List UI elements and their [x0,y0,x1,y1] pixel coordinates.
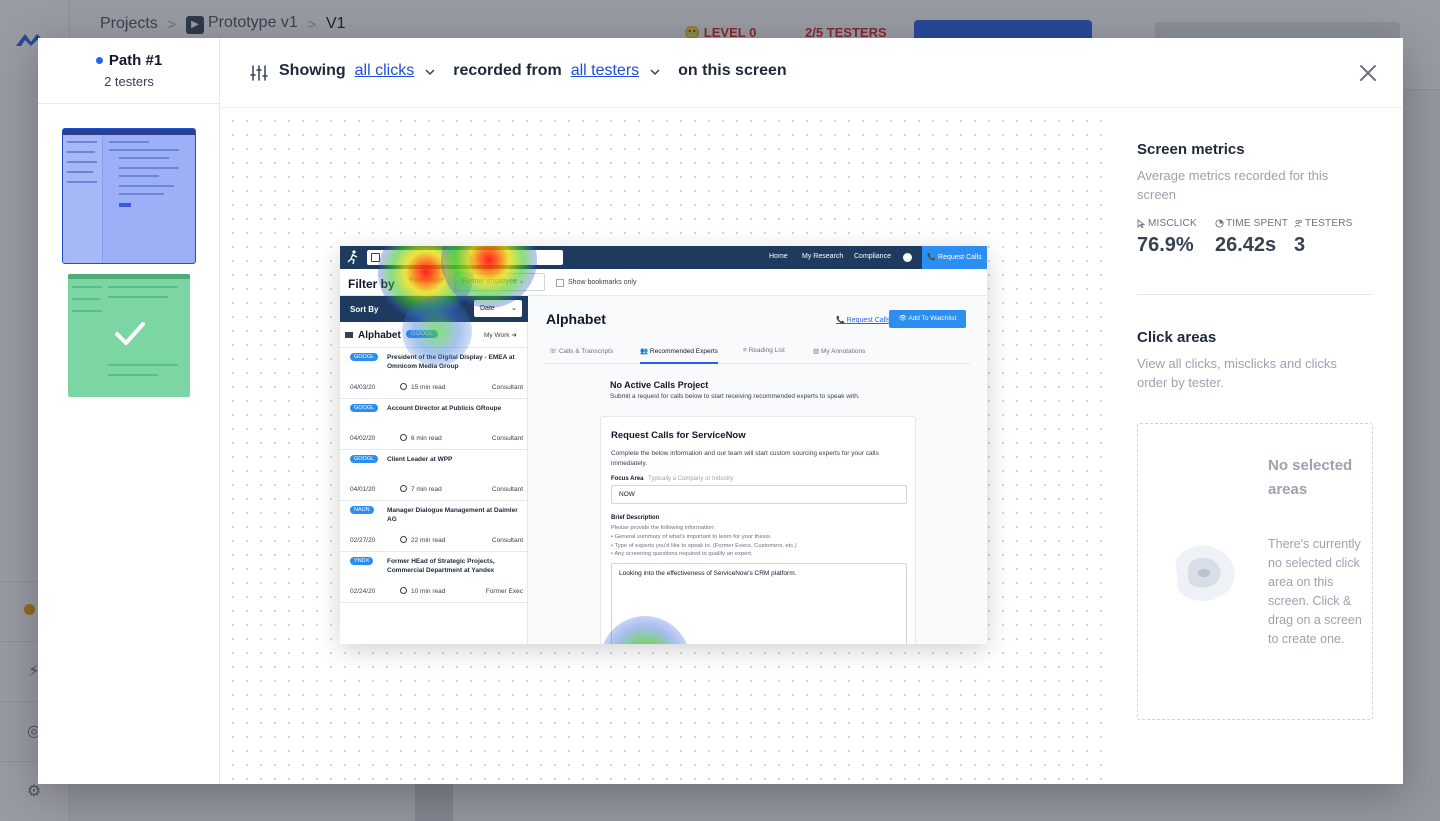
recorded-from-label: recorded from [453,62,562,79]
screen-filter-chip: Expert type [409,277,445,284]
clock-icon [400,536,407,543]
clock-icon [400,587,407,594]
clicks-filter-dropdown[interactable]: all clicks [355,62,415,80]
search-icon [371,253,380,262]
metrics-divider [1137,294,1373,295]
list-item: GOOGL Account Director at Publicis GRoup… [340,399,528,450]
screen-bookmark-checkbox [556,279,564,287]
path-color-dot [95,57,103,64]
screen-search-input [367,250,563,265]
screen-filter-select: Former employee ⌄ [455,273,545,291]
clock-icon [400,485,407,492]
list-item: YNDX Former HEad of Strategic Projects, … [340,552,528,603]
path-panel: Path #1 2 testers [38,38,220,784]
screen-filter-by: Filter by [348,277,395,291]
screen-main: Alphabet 📞 Request Calls 👁 Add To Watchl… [528,296,987,644]
screen-top-nav: Home My Research Compliance 📞 Request Ca… [340,246,987,269]
user-avatar-icon [903,253,912,262]
heatmap-modal: Path #1 2 testers Showing all clicks rec… [38,38,1403,784]
screen-company-row: Alphabet GOOGL My Work ➜ [340,322,528,348]
screen-tab-active: 👥 Recommended Experts [640,347,718,364]
path-title: Path #1 [38,52,220,69]
time-spent-stat: TIME SPENT 26.42s [1215,218,1289,256]
screen-no-calls-title: No Active Calls Project [610,380,709,390]
click-areas-title: Click areas [1137,329,1217,346]
heatmap-canvas[interactable]: Home My Research Compliance 📞 Request Ca… [220,108,1105,784]
screen-main-title: Alphabet [546,311,606,327]
screen-watchlist-button: 👁 Add To Watchlist [889,310,966,328]
filter-sliders-icon[interactable] [250,64,268,82]
screen-expert-list: Sort By Date ⌄ Alphabet GOOGL My Work ➜ … [340,296,528,644]
on-screen-label: on this screen [678,62,787,79]
screen-sort-label: Sort By [350,305,379,314]
runner-logo-icon [347,250,358,265]
my-work-link: My Work ➜ [484,332,517,339]
screen-bookmarks-label: Show bookmarks only [568,279,637,286]
chevron-down-icon[interactable] [424,66,436,78]
close-icon[interactable] [1359,64,1377,82]
clock-icon [400,434,407,441]
list-item: GOOGL Client Leader at WPP 04/01/20 7 mi… [340,450,528,501]
metrics-panel: Screen metrics Average metrics recorded … [1105,108,1403,784]
testers-filter-dropdown[interactable]: all testers [571,62,639,80]
screen-nav-research: My Research [802,253,844,260]
showing-label: Showing [279,62,346,79]
clock-icon [400,383,407,390]
checkmark-icon [115,322,145,345]
users-icon [1294,219,1303,228]
click-areas-empty-state[interactable]: No selected areas There's currently no s… [1137,423,1373,720]
screen-request-calls-link: 📞 Request Calls [836,317,891,324]
screen-thumbnail-selected[interactable] [62,128,196,264]
cursor-icon [1137,219,1146,228]
empty-area-illustration-icon [1175,545,1235,601]
path-testers-count: 2 testers [104,74,154,89]
screen-tab: ☏ Calls & Transcripts [549,348,614,355]
screen-metrics-description: Average metrics recorded for this screen [1137,168,1329,202]
list-item: GOOGL President of the Digital Display -… [340,348,528,399]
chevron-down-icon[interactable] [649,66,661,78]
path-header: Path #1 2 testers [38,38,220,104]
screen-thumbnail-completed[interactable] [68,274,190,397]
recorded-screen: Home My Research Compliance 📞 Request Ca… [340,246,987,644]
screen-request-card: Request Calls for ServiceNow Complete th… [600,416,916,644]
screen-sort-bar: Sort By Date ⌄ [340,296,528,322]
screen-tab: ▥ My Annotations [813,348,866,355]
screen-request-calls-button: 📞 Request Calls [922,246,987,269]
clock-icon [1215,219,1224,228]
screen-sort-select: Date ⌄ [474,300,522,317]
folder-icon [345,332,353,338]
click-areas-description: View all clicks, misclicks and clicks or… [1137,356,1337,390]
screen-no-calls-subtitle: Submit a request for calls below to star… [610,393,860,400]
screen-filter-bar: Filter by Expert type Former employee ⌄ … [340,269,987,296]
screen-metrics-title: Screen metrics [1137,141,1245,158]
screen-tab: ≡ Reading List [743,347,785,354]
screen-nav-compliance: Compliance [854,253,891,260]
heatmap-toolbar: Showing all clicks recorded from all tes… [220,38,1403,108]
empty-state-title: No selected areas [1268,457,1353,498]
testers-stat: TESTERS 3 [1294,218,1353,256]
screen-nav-home: Home [769,253,788,260]
filter-sentence: Showing all clicks recorded from all tes… [279,62,796,80]
empty-state-text: There's currently no selected click area… [1268,537,1362,646]
misclick-stat: MISCLICK 76.9% [1137,218,1197,256]
screen-tabs: ☏ Calls & Transcripts 👥 Recommended Expe… [544,342,970,364]
list-item: NAUN Manager Dialogue Management at Daim… [340,501,528,552]
